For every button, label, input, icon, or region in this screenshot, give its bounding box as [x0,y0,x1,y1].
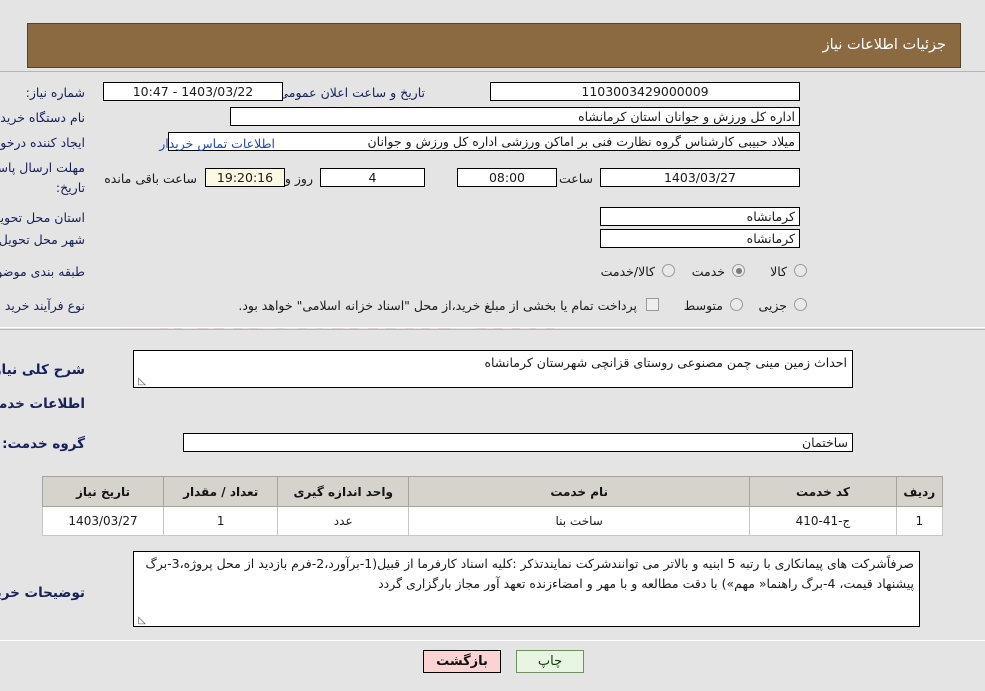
remaining-hours-label: ساعت باقی مانده [104,171,197,186]
cell-row-number: 1 [895,506,944,536]
service-group-value[interactable]: ساختمان [183,433,853,452]
process-radio-minor[interactable] [794,298,807,311]
process-option-medium-label: متوسط [683,298,723,313]
treasury-bonds-note: پرداخت تمام یا بخشی از مبلغ خرید،از محل … [238,298,637,313]
treasury-bonds-checkbox[interactable] [646,298,659,311]
city-label: شهر محل تحویل: [0,232,85,247]
days-label: روز و [284,171,313,186]
announce-datetime-label: تاریخ و ساعت اعلان عمومی: [274,85,425,100]
need-description-textarea[interactable]: احداث زمین مینی چمن مصنوعی روستای قزانچی… [133,350,853,388]
province-value[interactable]: کرمانشاه [600,207,800,226]
deadline-date-value[interactable]: 1403/03/27 [600,168,800,187]
buyer-notes-value: صرفاًشرکت های پیمانکاری با رتبه 5 ابنیه … [145,556,914,591]
page-header: جزئیات اطلاعات نیاز [27,23,961,68]
table-header-quantity: تعداد / مقدار [163,476,279,507]
cell-service-name: ساخت بنا [408,506,751,536]
process-option-minor-label: جزیی [758,298,787,313]
countdown-value: 19:20:16 [205,168,285,187]
category-radio-goods[interactable] [794,264,807,277]
need-number-value[interactable]: 1103003429000009 [490,82,800,101]
cell-need-date: 1403/03/27 [41,506,165,536]
category-option-goods-service-label: کالا/خدمت [600,264,655,279]
category-option-service-label: خدمت [691,264,725,279]
category-label: طبقه بندی موضوعی: [0,264,85,279]
cell-service-code: ج-41-410 [749,506,897,536]
buyer-notes-textarea[interactable]: صرفاًشرکت های پیمانکاری با رتبه 5 ابنیه … [133,551,920,627]
table-header-service-code: کد خدمت [749,476,897,507]
cell-unit: عدد [277,506,410,536]
deadline-label-line1: مهلت ارسال پاسخ: تا [0,160,85,175]
page-title: جزئیات اطلاعات نیاز [822,37,946,53]
back-button[interactable]: بازگشت [423,650,501,673]
page-root: W AnaTender.net جزئیات اطلاعات نیاز شمار… [0,0,985,691]
city-value[interactable]: کرمانشاه [600,229,800,248]
buyer-notes-label: توضیحات خریدار: [0,585,85,601]
cell-quantity: 1 [163,506,279,536]
process-radio-medium[interactable] [730,298,743,311]
need-description-label: شرح کلی نیاز: [0,362,85,378]
resize-grip-icon-notes[interactable]: ◺ [137,616,146,626]
process-label: نوع فرآیند خرید : [0,298,85,313]
category-radio-service[interactable] [732,264,745,277]
table-header-unit: واحد اندازه گیری [277,476,410,507]
services-section-heading: اطلاعات خدمات مورد نیاز [0,396,85,412]
deadline-time-value[interactable]: 08:00 [457,168,557,187]
hour-label: ساعت [558,171,593,186]
table-header-need-date: تاریخ نیاز [41,476,165,507]
table-header-row: ردیف کد خدمت نام خدمت واحد اندازه گیری ت… [41,476,944,507]
category-option-goods-label: کالا [770,264,787,279]
province-label: استان محل تحویل: [0,210,85,225]
deadline-label-line2: تاریخ: [55,180,85,195]
resize-grip-icon[interactable]: ◺ [137,377,146,387]
table-row: 1 ج-41-410 ساخت بنا عدد 1 1403/03/27 [41,506,944,536]
services-table: ردیف کد خدمت نام خدمت واحد اندازه گیری ت… [41,476,944,536]
table-header-row-number: ردیف [895,476,944,507]
table-header-service-name: نام خدمت [408,476,751,507]
buyer-contact-link[interactable]: اطلاعات تماس خریدار [159,136,275,151]
buyer-org-label: نام دستگاه خریدار: [0,110,85,125]
creator-label: ایجاد کننده درخواست: [0,135,85,150]
category-radio-goods-service[interactable] [662,264,675,277]
service-group-label: گروه خدمت: [2,436,85,452]
print-button[interactable]: چاپ [516,650,584,673]
need-number-label: شماره نیاز: [25,85,85,100]
buyer-org-value[interactable]: اداره کل ورزش و جوانان استان کرمانشاه [230,107,800,126]
remaining-days-value[interactable]: 4 [320,168,425,187]
need-description-value: احداث زمین مینی چمن مصنوعی روستای قزانچی… [484,355,847,370]
announce-datetime-value[interactable]: 1403/03/22 - 10:47 [103,82,283,101]
